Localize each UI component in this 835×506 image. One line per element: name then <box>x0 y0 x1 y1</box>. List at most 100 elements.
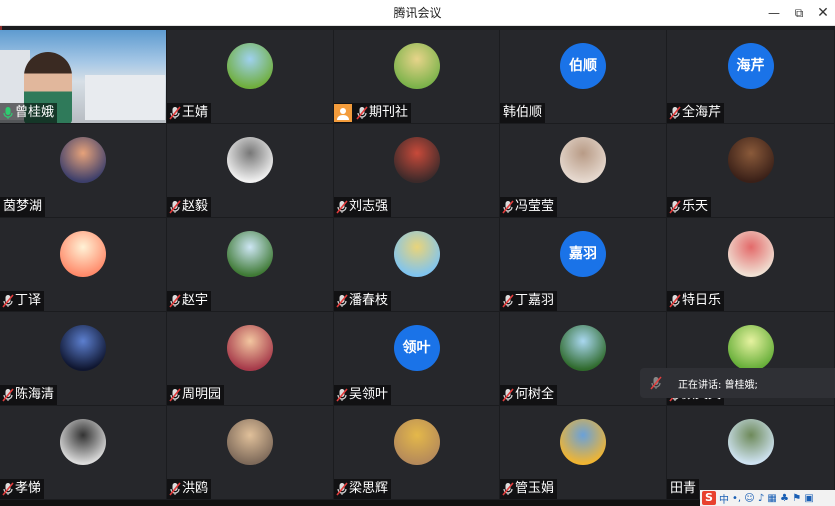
mic-muted-icon <box>2 482 14 496</box>
restore-button[interactable]: ⧉ <box>787 0 811 26</box>
close-button[interactable]: ✕ <box>811 0 835 26</box>
participant-tile[interactable]: 孝悌 <box>0 406 167 500</box>
avatar <box>727 325 774 371</box>
avatar <box>227 231 273 277</box>
participant-name-tag: 乐天 <box>667 197 712 217</box>
participant-name-tag: 潘春枝 <box>334 291 392 311</box>
camera-off-icon <box>334 104 352 122</box>
title-bar: 腾讯会议 — ⧉ ✕ <box>0 0 835 26</box>
tray-icons[interactable]: •, ☺ ♪ ▦ ♣ ⚑ ▣ <box>732 493 814 504</box>
mic-muted-icon <box>169 388 181 402</box>
avatar <box>60 325 106 371</box>
mic-muted-icon <box>502 388 514 402</box>
avatar <box>227 43 273 89</box>
minimize-button[interactable]: — <box>762 0 786 26</box>
participant-name: 梁思辉 <box>349 481 389 496</box>
mic-muted-icon <box>502 482 514 496</box>
participant-tile[interactable]: 潘春枝 <box>334 218 500 312</box>
avatar <box>560 419 606 465</box>
participant-name: 冯莹莹 <box>515 199 555 214</box>
participant-name: 潘春枝 <box>349 293 389 308</box>
participant-tile[interactable]: 王婧 <box>167 30 334 124</box>
participant-name-tag: 期刊社 <box>334 103 412 123</box>
mic-muted-icon <box>669 294 681 308</box>
participant-name-tag: 何树全 <box>500 385 558 405</box>
participant-tile[interactable]: 曾桂娥 <box>0 30 167 124</box>
participant-tile[interactable]: 丁译 <box>0 218 167 312</box>
mic-muted-icon <box>502 200 514 214</box>
building-shape <box>85 75 165 120</box>
mic-muted-icon <box>169 482 181 496</box>
mic-on-icon <box>2 106 14 120</box>
participant-tile[interactable]: 冯莹莹 <box>500 124 667 218</box>
avatar <box>227 419 273 465</box>
avatar <box>393 419 440 465</box>
participant-name: 吴领叶 <box>349 387 389 402</box>
mic-muted-icon <box>336 294 348 308</box>
participant-tile[interactable]: 洪鸥 <box>167 406 334 500</box>
participant-tile[interactable]: 陈海清 <box>0 312 167 406</box>
participant-name-tag: 赵宇 <box>167 291 212 311</box>
participant-name-tag: 丁译 <box>0 291 45 311</box>
speaking-indicator: 正在讲话: 曾桂娥; <box>640 368 835 398</box>
system-tray: S 中 •, ☺ ♪ ▦ ♣ ⚑ ▣ <box>700 490 835 506</box>
participant-name: 周明园 <box>182 387 222 402</box>
avatar <box>393 231 440 277</box>
participant-tile[interactable]: 伯顺 韩伯顺 <box>500 30 667 124</box>
mic-muted-icon <box>356 106 368 120</box>
avatar <box>727 137 774 183</box>
participant-name: 赵宇 <box>182 293 209 308</box>
participant-tile[interactable]: 嘉羽 丁嘉羽 <box>500 218 667 312</box>
mic-muted-icon <box>169 294 181 308</box>
participant-name-tag: 孝悌 <box>0 479 45 499</box>
participant-name-tag: 管玉娟 <box>500 479 558 499</box>
participant-name-tag: 王婧 <box>167 103 212 123</box>
participant-name: 全海芹 <box>682 105 722 120</box>
mic-muted-icon <box>336 200 348 214</box>
avatar <box>727 231 774 277</box>
participant-tile[interactable]: 梁思辉 <box>334 406 500 500</box>
window-title: 腾讯会议 <box>393 6 442 20</box>
participant-name-tag: 周明园 <box>167 385 225 405</box>
mic-muted-icon <box>502 294 514 308</box>
participant-tile[interactable]: 海芹全海芹 <box>667 30 835 124</box>
participant-name: 丁嘉羽 <box>515 293 555 308</box>
participant-name-tag: 陈海清 <box>0 385 58 405</box>
participant-name-tag: 冯莹莹 <box>500 197 558 217</box>
participant-name: 特日乐 <box>682 293 722 308</box>
participant-tile[interactable]: 赵宇 <box>167 218 334 312</box>
participant-name-tag: 赵毅 <box>167 197 212 217</box>
participant-name-tag: 特日乐 <box>667 291 725 311</box>
participant-name: 茵梦湖 <box>3 199 43 214</box>
mic-muted-icon <box>336 388 348 402</box>
participant-name-tag: 丁嘉羽 <box>500 291 558 311</box>
participant-tile[interactable]: 期刊社 <box>334 30 500 124</box>
participant-tile[interactable]: 特日乐 <box>667 218 835 312</box>
participant-tile[interactable]: 茵梦湖 <box>0 124 167 218</box>
participant-name-tag: 韩伯顺 <box>500 103 546 123</box>
participant-tile[interactable]: 乐天 <box>667 124 835 218</box>
participant-tile[interactable]: 周明园 <box>167 312 334 406</box>
participant-name: 赵毅 <box>182 199 209 214</box>
avatar: 海芹 <box>727 43 774 89</box>
avatar <box>560 137 606 183</box>
avatar: 领叶 <box>393 325 440 371</box>
participant-tile[interactable]: 领叶吴领叶 <box>334 312 500 406</box>
participant-tile[interactable]: 田青 <box>667 406 835 500</box>
participant-name-tag: 刘志强 <box>334 197 392 217</box>
speaker-mic-icon <box>650 376 662 390</box>
participant-tile[interactable]: 管玉娟 <box>500 406 667 500</box>
participant-name: 曾桂娥 <box>15 105 55 120</box>
participant-tile[interactable]: 刘志强 <box>334 124 500 218</box>
mic-muted-icon <box>2 388 14 402</box>
participant-name: 陈海清 <box>15 387 55 402</box>
avatar <box>60 231 106 277</box>
participant-name: 丁译 <box>15 293 42 308</box>
participant-name-tag: 曾桂娥 <box>0 103 58 123</box>
mic-muted-icon <box>169 106 181 120</box>
ime-logo-icon[interactable]: S <box>702 491 716 505</box>
participant-tile[interactable]: 赵毅 <box>167 124 334 218</box>
ime-lang[interactable]: 中 <box>719 491 729 506</box>
participant-name-tag: 茵梦湖 <box>0 197 46 217</box>
participant-name-tag: 吴领叶 <box>334 385 392 405</box>
